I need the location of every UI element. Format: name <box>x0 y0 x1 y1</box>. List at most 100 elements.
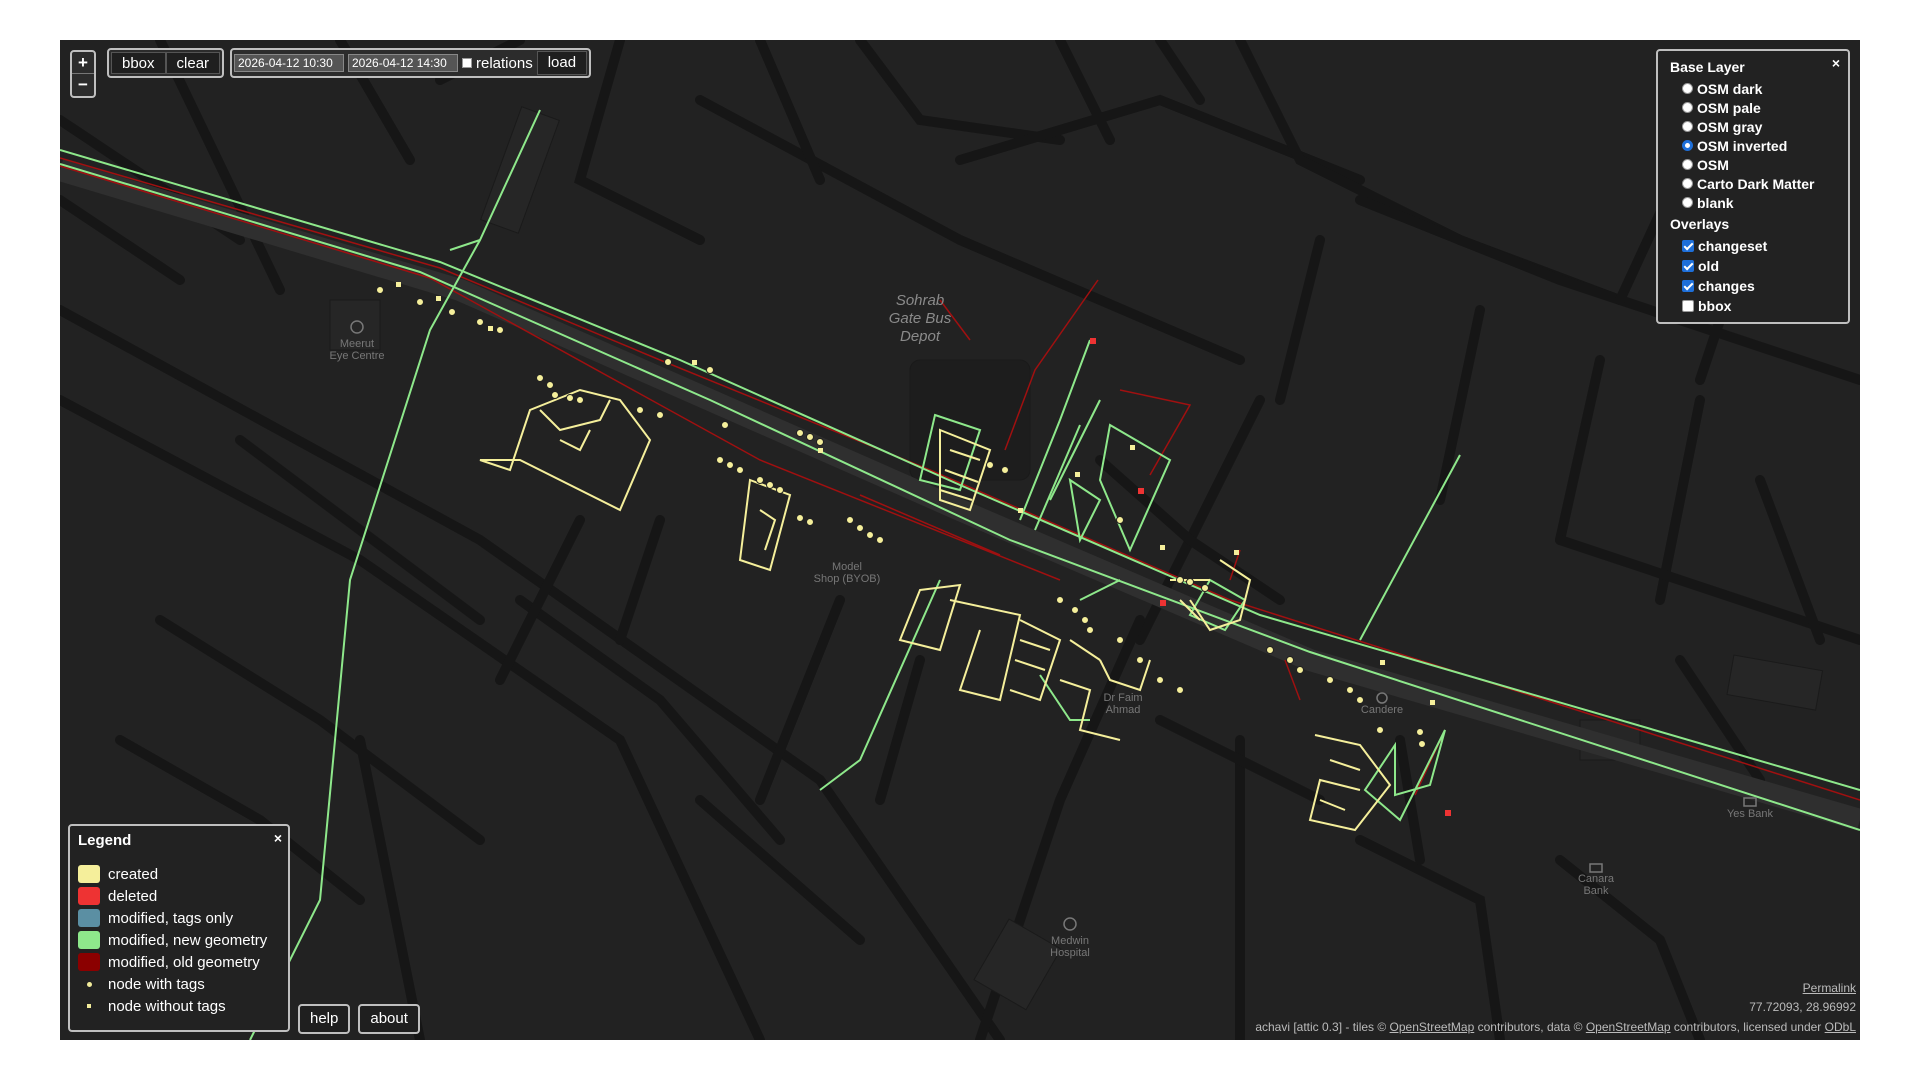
base-layer-label: OSM <box>1697 156 1729 173</box>
label-medwin-1: Medwin <box>1051 935 1089 947</box>
created-swatch <box>78 865 100 883</box>
label-eye-centre-2: Eye Centre <box>329 350 384 362</box>
label-dr-faiz-1: Dr Faim <box>1103 692 1142 704</box>
label-eye-centre-1: Meerut <box>340 338 374 350</box>
help-button[interactable]: help <box>298 1004 351 1034</box>
checkbox-checked-icon[interactable] <box>1682 240 1694 252</box>
map-canvas[interactable]: Sohrab Gate Bus Depot Meerut Eye Centre … <box>60 40 1860 1040</box>
legend-item-node-tags: node with tags <box>78 973 280 995</box>
overlay-label: changeset <box>1698 238 1768 254</box>
base-layer-title: Base Layer <box>1670 59 1745 75</box>
overlay-label: changes <box>1698 278 1755 294</box>
legend-label: modified, tags only <box>108 909 234 927</box>
node-with-tags-icon <box>78 975 100 993</box>
legend-label: modified, new geometry <box>108 931 268 949</box>
legend-panel: × Legend created deleted modified, tags … <box>68 824 290 1032</box>
overlay-label: bbox <box>1698 298 1732 314</box>
legend-item-old-geometry: modified, old geometry <box>78 951 280 973</box>
relations-checkbox[interactable] <box>462 58 472 68</box>
base-layer-osm-inverted[interactable]: OSM inverted <box>1670 136 1836 155</box>
help-about-control: help about <box>298 1004 420 1034</box>
permalink-link[interactable]: Permalink <box>1803 981 1856 995</box>
base-layer-osm[interactable]: OSM <box>1670 155 1836 174</box>
radio-icon[interactable] <box>1682 197 1693 208</box>
legend-label: modified, old geometry <box>108 953 260 971</box>
overlays-title: Overlays <box>1670 216 1730 232</box>
radio-icon[interactable] <box>1682 102 1693 113</box>
legend-label: deleted <box>108 887 158 905</box>
attribution-mid: contributors, data © <box>1474 1020 1586 1034</box>
bank-icon <box>1589 863 1603 873</box>
base-layer-label: OSM dark <box>1697 80 1763 97</box>
base-layer-osm-pale[interactable]: OSM pale <box>1670 98 1836 117</box>
jewellery-icon <box>1376 692 1388 704</box>
label-candere: Candere <box>1361 704 1403 716</box>
legend-item-new-geometry: modified, new geometry <box>78 929 280 951</box>
base-layer-label: OSM pale <box>1697 99 1761 116</box>
legend-item-modified-tags: modified, tags only <box>78 907 280 929</box>
attribution-suffix: contributors, licensed under <box>1670 1020 1825 1034</box>
layers-close-icon[interactable]: × <box>1832 55 1840 71</box>
modified-tags-swatch <box>78 909 100 927</box>
time-from-input[interactable]: 2026-04-12 10:30 <box>234 54 344 72</box>
base-layer-osm-gray[interactable]: OSM gray <box>1670 117 1836 136</box>
zoom-in-button[interactable]: + <box>72 52 94 73</box>
legend-item-created: created <box>78 863 280 885</box>
label-yes-bank: Yes Bank <box>1727 808 1774 820</box>
about-button[interactable]: about <box>358 1004 420 1034</box>
bbox-button[interactable]: bbox <box>111 52 166 74</box>
overlay-old[interactable]: old <box>1670 256 1836 276</box>
overlay-changes[interactable]: changes <box>1670 276 1836 296</box>
checkbox-icon[interactable] <box>1682 300 1694 312</box>
base-layer-label: OSM gray <box>1697 118 1763 135</box>
overlay-bbox[interactable]: bbox <box>1670 296 1836 316</box>
time-to-input[interactable]: 2026-04-12 14:30 <box>348 54 458 72</box>
label-canara-bank-1: Canara <box>1578 873 1615 885</box>
base-layer-blank[interactable]: blank <box>1670 193 1836 212</box>
zoom-out-button[interactable]: − <box>72 73 94 95</box>
legend-title: Legend <box>78 832 132 849</box>
map-svg[interactable]: Sohrab Gate Bus Depot Meerut Eye Centre … <box>60 40 1860 1040</box>
label-canara-bank-2: Bank <box>1583 885 1609 897</box>
label-bus-depot-2: Gate Bus <box>889 310 952 327</box>
hospital-icon <box>1063 917 1077 931</box>
label-model-shop-2: Shop (BYOB) <box>814 573 881 585</box>
time-range-control: 2026-04-12 10:30 2026-04-12 14:30 relati… <box>230 48 592 78</box>
label-bus-depot-1: Sohrab <box>896 292 944 309</box>
radio-selected-icon[interactable] <box>1682 140 1693 151</box>
base-layer-osm-dark[interactable]: OSM dark <box>1670 79 1836 98</box>
radio-icon[interactable] <box>1682 121 1693 132</box>
layer-switcher: × Base Layer OSM dark OSM pale OSM gray … <box>1656 49 1850 324</box>
bbox-control: bbox clear <box>107 48 225 78</box>
attribution: achavi [attic 0.3] - tiles © OpenStreetM… <box>1255 1020 1856 1034</box>
overlay-changeset[interactable]: changeset <box>1670 236 1836 256</box>
base-layer-label: blank <box>1697 194 1734 211</box>
load-button[interactable]: load <box>536 51 588 75</box>
osm-link[interactable]: OpenStreetMap <box>1390 1020 1475 1034</box>
label-dr-faiz-2: Ahmad <box>1106 704 1141 716</box>
odbl-link[interactable]: ODbL <box>1825 1020 1856 1034</box>
relations-label: relations <box>476 54 533 72</box>
radio-icon[interactable] <box>1682 83 1693 94</box>
legend-item-deleted: deleted <box>78 885 280 907</box>
clear-button[interactable]: clear <box>165 52 221 74</box>
legend-item-node-no-tags: node without tags <box>78 995 280 1017</box>
checkbox-checked-icon[interactable] <box>1682 280 1694 292</box>
osm-data-link[interactable]: OpenStreetMap <box>1586 1020 1671 1034</box>
deleted-swatch <box>78 887 100 905</box>
zoom-control: + − <box>70 50 96 98</box>
label-medwin-2: Hospital <box>1050 947 1090 959</box>
legend-label: node without tags <box>108 997 226 1015</box>
old-geometry-swatch <box>78 953 100 971</box>
base-layer-label: OSM inverted <box>1697 137 1788 154</box>
base-layer-carto-dark[interactable]: Carto Dark Matter <box>1670 174 1836 193</box>
radio-icon[interactable] <box>1682 178 1693 189</box>
label-model-shop-1: Model <box>832 561 862 573</box>
overlay-label: old <box>1698 258 1719 274</box>
legend-close-icon[interactable]: × <box>274 830 282 846</box>
new-geometry-swatch <box>78 931 100 949</box>
legend-label: created <box>108 865 159 883</box>
checkbox-checked-icon[interactable] <box>1682 260 1694 272</box>
legend-label: node with tags <box>108 975 205 993</box>
radio-icon[interactable] <box>1682 159 1693 170</box>
